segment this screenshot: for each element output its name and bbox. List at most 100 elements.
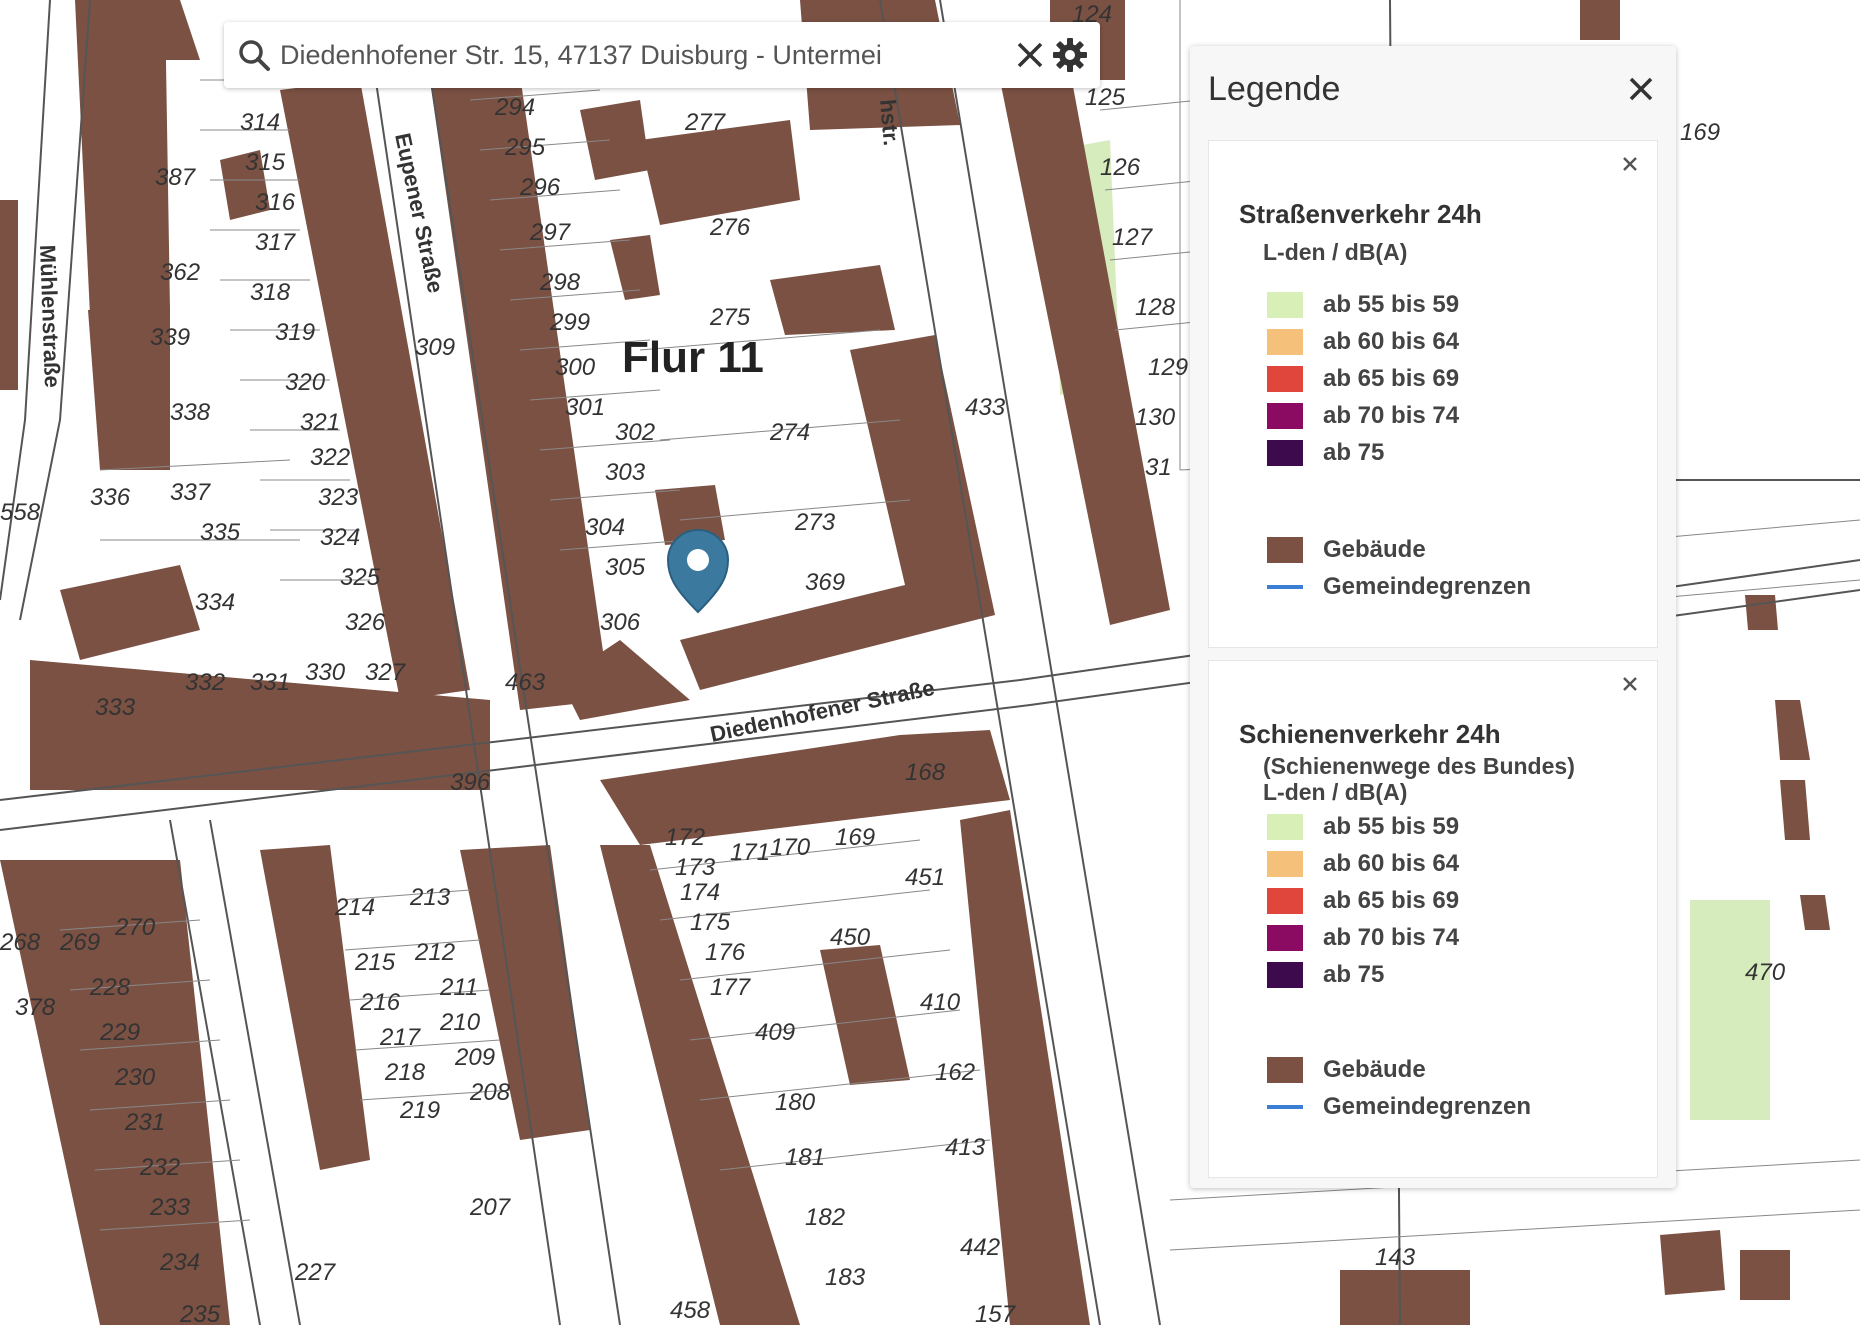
- parcel-number: 299: [549, 309, 590, 336]
- parcel-number: 410: [920, 989, 961, 1016]
- parcel-number: 334: [195, 589, 235, 616]
- parcel-number: 208: [469, 1079, 511, 1106]
- section-close-button[interactable]: [1621, 155, 1639, 173]
- parcel-number: 209: [454, 1044, 495, 1071]
- legend-panel: Legende Straßenverkehr 24h L-den / dB(A)…: [1190, 46, 1676, 1188]
- parcel-number: 302: [615, 419, 655, 446]
- color-swatch: [1267, 366, 1303, 392]
- legend-item: ab 55 bis 59: [1267, 813, 1459, 841]
- parcel-number: 31: [1145, 454, 1172, 481]
- section-close-button[interactable]: [1621, 675, 1639, 693]
- section-subtitle: L-den / dB(A): [1263, 239, 1408, 265]
- legend-section-rail: Schienenverkehr 24h (Schienenwege des Bu…: [1208, 660, 1658, 1178]
- legend-item-label: ab 55 bis 59: [1323, 813, 1460, 840]
- settings-button[interactable]: [1050, 35, 1090, 75]
- parcel-number: 228: [89, 974, 131, 1001]
- parcel-number: 298: [539, 269, 581, 296]
- parcel-number: 337: [170, 479, 212, 506]
- legend-item-label: ab 75: [1323, 961, 1385, 988]
- search-bar: Diedenhofener Str. 15, 47137 Duisburg - …: [224, 22, 1100, 88]
- parcel-number: 297: [529, 219, 572, 246]
- legend-item-boundaries: Gemeindegrenzen: [1267, 573, 1531, 601]
- color-swatch: [1267, 292, 1303, 318]
- parcel-number: 270: [114, 914, 156, 941]
- parcel-number: 369: [805, 569, 845, 596]
- color-swatch: [1267, 814, 1303, 840]
- parcel-number: 180: [775, 1089, 816, 1116]
- clear-search-button[interactable]: [1010, 35, 1050, 75]
- search-input[interactable]: Diedenhofener Str. 15, 47137 Duisburg - …: [274, 40, 1010, 71]
- line-swatch: [1267, 1105, 1303, 1109]
- flur-label: Flur 11: [622, 333, 764, 382]
- parcel-number: 212: [414, 939, 455, 966]
- parcel-number: 463: [505, 669, 546, 696]
- section-subtitle-unit: L-den / dB(A): [1263, 779, 1408, 805]
- legend-item-boundaries: Gemeindegrenzen: [1267, 1093, 1531, 1121]
- legend-item: ab 65 bis 69: [1267, 365, 1459, 393]
- search-icon[interactable]: [234, 35, 274, 75]
- parcel-number: 230: [114, 1064, 156, 1091]
- parcel-number: 233: [149, 1194, 191, 1221]
- parcel-number: 331: [250, 669, 290, 696]
- color-swatch: [1267, 888, 1303, 914]
- color-swatch: [1267, 403, 1303, 429]
- legend-title: Legende: [1208, 70, 1341, 108]
- parcel-number: 182: [805, 1204, 845, 1231]
- legend-item-label: ab 65 bis 69: [1323, 365, 1460, 392]
- parcel-number: 207: [469, 1194, 512, 1221]
- color-swatch: [1267, 440, 1303, 466]
- parcel-number: 387: [155, 164, 197, 191]
- legend-item-label: Gemeindegrenzen: [1323, 1093, 1532, 1120]
- parcel-number: 268: [0, 929, 41, 956]
- legend-item-label: Gebäude: [1323, 1056, 1426, 1083]
- legend-item-label: ab 60 bis 64: [1323, 328, 1460, 355]
- parcel-number: 409: [755, 1019, 795, 1046]
- line-swatch: [1267, 585, 1303, 589]
- parcel-number: 130: [1135, 404, 1176, 431]
- parcel-number: 276: [709, 214, 751, 241]
- parcel-number: 274: [769, 419, 810, 446]
- legend-item: ab 65 bis 69: [1267, 887, 1459, 915]
- parcel-number: 558: [0, 499, 41, 526]
- legend-close-button[interactable]: [1626, 74, 1656, 104]
- parcel-number: 234: [159, 1249, 200, 1276]
- parcel-number: 324: [320, 524, 360, 551]
- parcel-number: 219: [399, 1097, 440, 1124]
- parcel-number: 168: [905, 759, 946, 786]
- parcel-number: 396: [450, 769, 491, 796]
- parcel-number: 232: [139, 1154, 180, 1181]
- parcel-number: 301: [565, 394, 605, 421]
- legend-item-label: ab 55 bis 59: [1323, 291, 1460, 318]
- parcel-number: 300: [555, 354, 596, 381]
- parcel-number: 127: [1112, 224, 1154, 251]
- parcel-number: 227: [294, 1259, 337, 1286]
- parcel-number: 458: [670, 1297, 711, 1324]
- parcel-number: 305: [605, 554, 646, 581]
- parcel-number: 318: [250, 279, 291, 306]
- parcel-number: 442: [960, 1234, 1000, 1261]
- parcel-number: 162: [935, 1059, 975, 1086]
- parcel-number: 326: [345, 609, 386, 636]
- gear-icon: [1053, 38, 1087, 72]
- parcel-number: 296: [519, 174, 561, 201]
- legend-section-road: Straßenverkehr 24h L-den / dB(A) ab 55 b…: [1208, 140, 1658, 648]
- parcel-number: 175: [690, 909, 731, 936]
- parcel-number: 433: [965, 394, 1006, 421]
- legend-item: ab 75: [1267, 961, 1384, 989]
- parcel-number: 211: [439, 974, 478, 1001]
- parcel-number: 294: [494, 94, 535, 121]
- color-swatch: [1267, 329, 1303, 355]
- parcel-number: 231: [124, 1109, 165, 1136]
- parcel-number: 170: [770, 834, 811, 861]
- color-swatch: [1267, 851, 1303, 877]
- parcel-number: 304: [585, 514, 625, 541]
- legend-item-buildings: Gebäude: [1267, 536, 1426, 564]
- legend-item-label: Gebäude: [1323, 536, 1426, 563]
- parcel-number: 169: [835, 824, 875, 851]
- parcel-number: 315: [245, 149, 286, 176]
- color-swatch: [1267, 537, 1303, 563]
- parcel-number: 214: [334, 894, 375, 921]
- parcel-number: 229: [99, 1019, 140, 1046]
- parcel-number: 128: [1135, 294, 1176, 321]
- legend-item: ab 75: [1267, 439, 1384, 467]
